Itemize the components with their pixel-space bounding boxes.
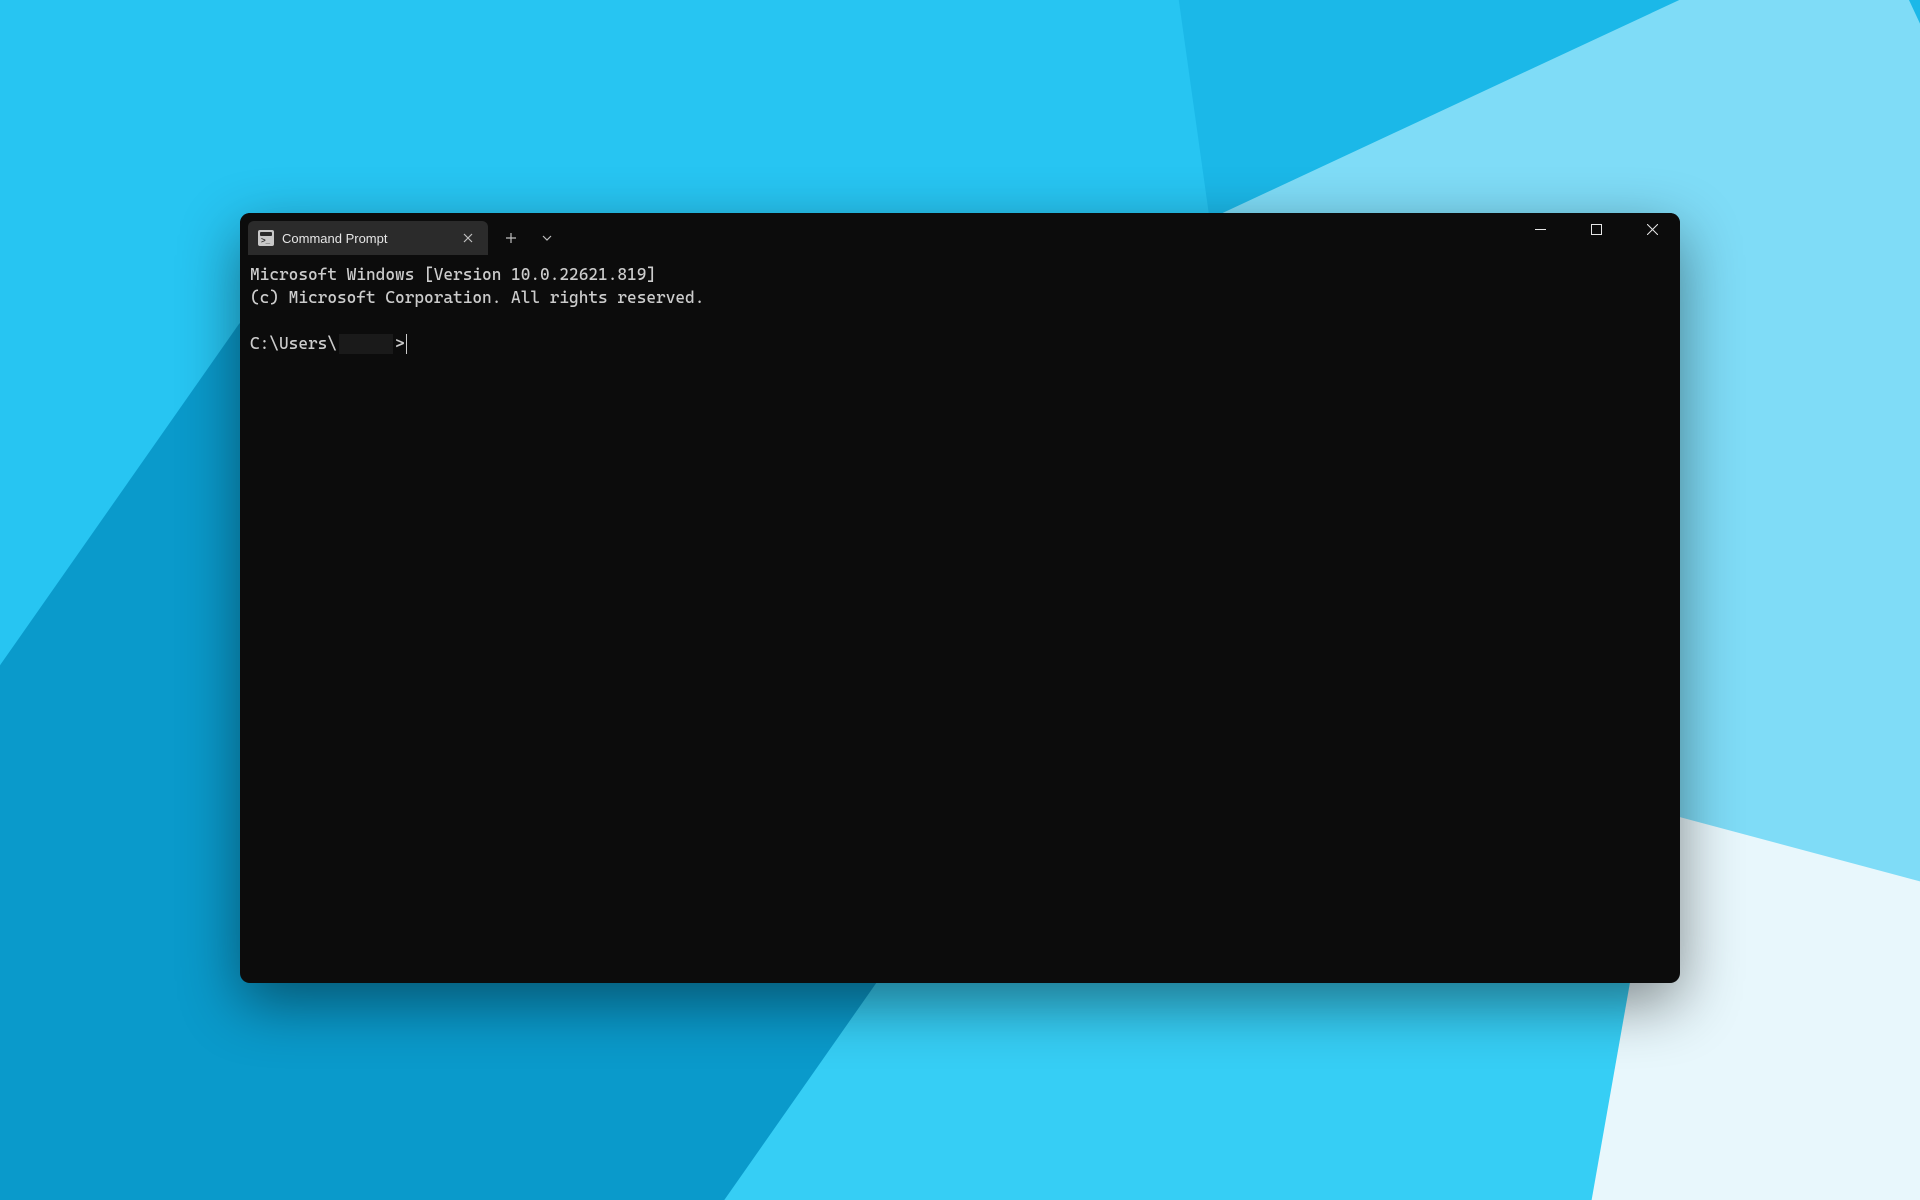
tab-close-button[interactable] <box>458 228 478 248</box>
titlebar[interactable]: Command Prompt <box>240 213 1680 255</box>
text-cursor <box>406 334 408 354</box>
new-tab-button[interactable] <box>494 223 528 253</box>
close-icon <box>463 233 473 243</box>
prompt-line: C:\Users\ > <box>250 332 1670 355</box>
plus-icon <box>505 232 517 244</box>
chevron-down-icon <box>542 235 552 241</box>
close-button[interactable] <box>1624 213 1680 245</box>
tab-dropdown-button[interactable] <box>530 223 564 253</box>
minimize-icon <box>1535 224 1546 235</box>
prompt-prefix: C:\Users\ <box>250 332 337 355</box>
maximize-button[interactable] <box>1568 213 1624 245</box>
minimize-button[interactable] <box>1512 213 1568 245</box>
terminal-line: Microsoft Windows [Version 10.0.22621.81… <box>250 265 656 284</box>
redacted-username <box>339 334 393 354</box>
terminal-line: (c) Microsoft Corporation. All rights re… <box>250 288 704 307</box>
tab-title: Command Prompt <box>282 231 450 246</box>
prompt-suffix: > <box>395 332 405 355</box>
terminal-window: Command Prompt Microsoft Window <box>240 213 1680 983</box>
terminal-output[interactable]: Microsoft Windows [Version 10.0.22621.81… <box>240 255 1680 983</box>
cmd-icon <box>258 230 274 246</box>
tab-command-prompt[interactable]: Command Prompt <box>248 221 488 255</box>
close-icon <box>1647 224 1658 235</box>
maximize-icon <box>1591 224 1602 235</box>
